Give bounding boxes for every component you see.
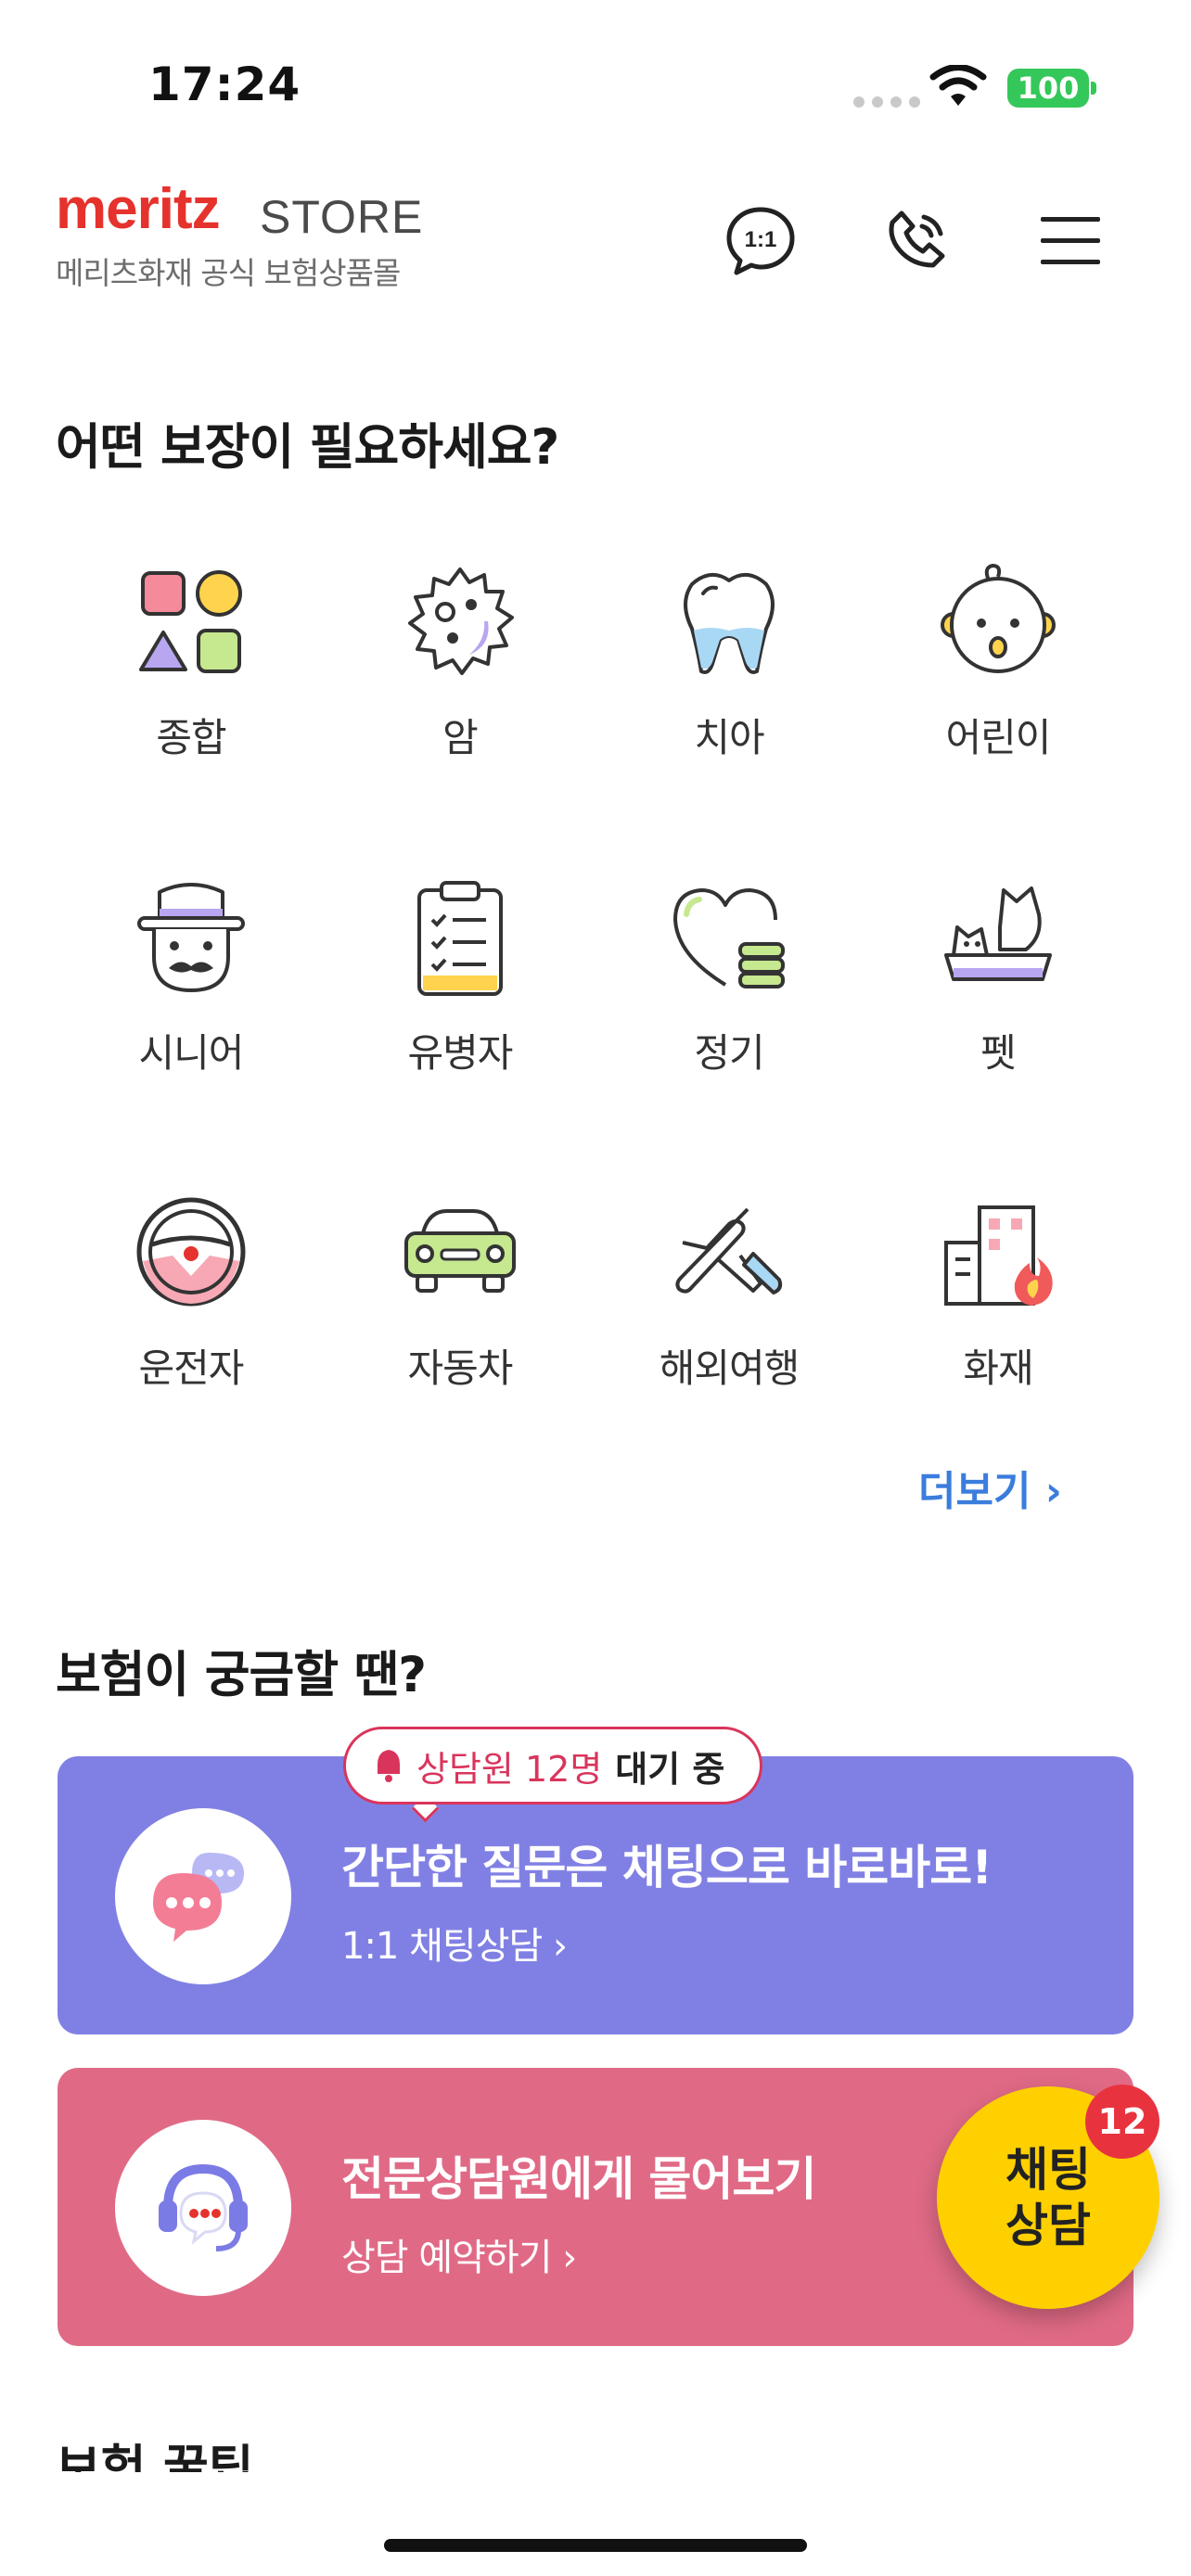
- category-senior[interactable]: 시니어: [98, 872, 284, 1078]
- category-fire[interactable]: 화재: [905, 1187, 1091, 1394]
- expert-card-title: 전문상담원에게 물어보기: [341, 2152, 816, 2206]
- category-label: 운전자: [138, 1345, 245, 1391]
- expert-card-link[interactable]: 상담 예약하기 ›: [341, 2227, 577, 2281]
- category-travel[interactable]: 해외여행: [636, 1187, 822, 1394]
- baby-face-icon: [941, 563, 1056, 673]
- airplane-icon: [675, 1207, 783, 1294]
- waiting-agents-badge: 상담원 12명 대기 중: [343, 1727, 763, 1804]
- category-car[interactable]: 자동차: [367, 1187, 553, 1394]
- steering-wheel-icon: [136, 1197, 246, 1307]
- category-label: 정기: [694, 1030, 764, 1076]
- coverage-section-title: 어떤 보장이 필요하세요?: [56, 419, 559, 476]
- category-cancer[interactable]: 암: [367, 556, 553, 763]
- bell-icon: [378, 1750, 400, 1782]
- category-label: 어린이: [945, 715, 1052, 760]
- senior-face-icon: [137, 883, 245, 993]
- chat-card-link[interactable]: 1:1 채팅상담 ›: [341, 1916, 568, 1970]
- logo-meritz[interactable]: meritz: [56, 176, 221, 242]
- category-label: 치아: [694, 715, 764, 760]
- more-link[interactable]: 더보기 ›: [918, 1458, 1062, 1517]
- headset-icon: [115, 2120, 291, 2296]
- category-label: 화재: [963, 1345, 1033, 1391]
- status-time: 17:24: [148, 57, 301, 111]
- category-children[interactable]: 어린이: [905, 556, 1091, 763]
- chat-card-title: 간단한 질문은 채팅으로 바로바로!: [341, 1841, 992, 1894]
- category-label: 시니어: [138, 1030, 245, 1076]
- battery-tip: [1091, 82, 1096, 95]
- fab-line2: 상담: [1005, 2199, 1091, 2252]
- category-label: 종합: [156, 715, 226, 760]
- clipboard-icon: [417, 881, 503, 996]
- category-label: 자동차: [407, 1345, 514, 1391]
- category-label: 암: [442, 715, 479, 760]
- wifi-icon: [929, 65, 987, 106]
- shapes-icon: [139, 570, 242, 673]
- category-label: 유병자: [407, 1030, 514, 1076]
- category-preexisting[interactable]: 유병자: [367, 872, 553, 1078]
- battery-icon: 100: [1007, 69, 1089, 108]
- category-general[interactable]: 종합: [98, 556, 284, 763]
- category-label: 펫: [980, 1030, 1017, 1076]
- heart-coins-icon: [673, 888, 785, 988]
- tips-section-title: 보험 꿀팁: [56, 2441, 254, 2472]
- chat-bubbles-icon: [115, 1808, 291, 1984]
- car-icon: [404, 1209, 516, 1293]
- home-indicator[interactable]: [384, 2539, 807, 2552]
- svg-text:1:1: 1:1: [745, 227, 777, 252]
- category-dental[interactable]: 치아: [636, 556, 822, 763]
- category-term[interactable]: 정기: [636, 872, 822, 1078]
- building-fire-icon: [944, 1205, 1053, 1306]
- chat-unread-badge: 12: [1085, 2085, 1159, 2159]
- category-label: 해외여행: [659, 1345, 800, 1391]
- category-pet[interactable]: 펫: [905, 872, 1091, 1078]
- waiting-agents-count: 상담원 12명: [416, 1748, 603, 1790]
- category-driver[interactable]: 운전자: [98, 1187, 284, 1394]
- logo-store[interactable]: STORE: [260, 190, 423, 244]
- pet-icon: [944, 886, 1052, 981]
- fab-line1: 채팅: [1005, 2143, 1091, 2197]
- cellular-signal-icon: [853, 96, 920, 108]
- phone-call-icon[interactable]: [879, 204, 954, 278]
- waiting-status: 대기 중: [615, 1748, 725, 1790]
- cancer-cell-icon: [408, 567, 514, 675]
- one-to-one-chat-icon[interactable]: 1:1: [724, 204, 798, 278]
- help-section-title: 보험이 궁금할 땐?: [56, 1647, 427, 1703]
- logo-subtitle: 메리츠화재 공식 보험상품몰: [56, 255, 401, 291]
- menu-icon[interactable]: [1033, 204, 1108, 278]
- tooth-icon: [684, 573, 775, 674]
